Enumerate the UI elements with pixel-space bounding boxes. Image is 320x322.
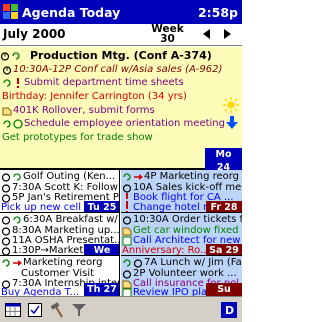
day-label-sa[interactable]: Sa 29 (206, 244, 242, 255)
note-icon (2, 106, 12, 116)
recurring-icon (12, 172, 22, 182)
recurring-icon (1, 258, 11, 268)
today-heading-row[interactable]: Production Mtg. (Conf A-374) (0, 49, 212, 62)
recurring-icon (122, 172, 132, 182)
today-event-6-text: Get prototypes for trade show (2, 132, 153, 143)
recurring-icon (2, 119, 12, 129)
today-event-4[interactable]: 401K Rollover, submit forms (2, 104, 155, 117)
arrow-icon (12, 258, 22, 268)
arrow-icon (133, 172, 143, 182)
today-event-2[interactable]: Submit department time sheets (2, 76, 184, 89)
date-bar: July 2000 Week 30 (0, 24, 242, 46)
today-event-3[interactable]: Birthday: Jennifer Carrington (34 yrs) (2, 90, 187, 103)
list-item[interactable]: Review IPO pla... (122, 286, 217, 296)
filter-icon[interactable] (70, 301, 88, 319)
day-label-we[interactable]: We 26 (84, 244, 119, 255)
day-label-tu[interactable]: Tu 25 (84, 201, 119, 212)
event-text: Buy Agenda T... (1, 287, 80, 296)
exclamation-icon (122, 202, 132, 212)
today-event-4-text: 401K Rollover, submit forms (13, 105, 155, 116)
day-cell-su[interactable]: 7A Lunch w/ Jim (Fair... 2P Volunteer wo… (121, 256, 242, 296)
app-title: Agenda Today (22, 4, 121, 20)
exclamation-icon (13, 77, 23, 88)
list-item[interactable]: Anniversary: Ro... (122, 244, 210, 256)
checkbox-icon (122, 288, 132, 296)
week-number: 30 (160, 33, 175, 45)
day-label-su[interactable]: Su 30 (206, 283, 242, 296)
today-event-3-text: Birthday: Jennifer Carrington (34 yrs) (2, 91, 187, 102)
todo-icon[interactable] (26, 301, 44, 319)
alarm-icon (1, 215, 11, 225)
calendar-view-icon[interactable] (4, 301, 22, 319)
today-event-1-text: 10:30A-12P Conf call w/Asia sales (A-962… (13, 64, 223, 75)
today-event-6[interactable]: Get prototypes for trade show (2, 131, 153, 144)
day-label-fr[interactable]: Fr 28 (206, 201, 242, 212)
today-event-5-text: Schedule employee orientation meeting (24, 118, 225, 129)
week-indicator[interactable]: Week 30 (151, 24, 184, 45)
event-text: Change hotel r... (133, 202, 216, 213)
alarm-icon (122, 215, 132, 225)
checkbox-icon (13, 118, 23, 129)
day-cell-th[interactable]: Marketing reorg Customer Visit 7:30A Int… (0, 256, 120, 296)
svg-text:D: D (225, 304, 234, 317)
alarm-icon (1, 172, 11, 182)
event-text: 1:30P→Market... (12, 245, 93, 256)
day-cell-tu[interactable]: Golf Outing (Ken... 7:30A Scott K: Follo… (0, 170, 120, 213)
today-panel[interactable]: Production Mtg. (Conf A-374) 10:30A-12P … (0, 47, 242, 174)
month-label[interactable]: July 2000 (3, 27, 66, 41)
event-text: Anniversary: Ro... (122, 245, 210, 256)
logo-icon[interactable]: D (220, 301, 238, 319)
list-item[interactable]: Buy Agenda T... (1, 286, 79, 296)
windows-start-icon[interactable] (3, 4, 19, 20)
alarm-icon (1, 246, 11, 255)
bottom-toolbar: D (0, 296, 242, 322)
event-text: Pick up new cell ... (1, 202, 94, 213)
alarm-icon (0, 51, 10, 61)
clock[interactable]: 2:58p (198, 5, 238, 20)
list-item[interactable]: Pick up new cell ... (1, 201, 94, 213)
recurring-icon (12, 215, 22, 225)
today-event-5[interactable]: Schedule employee orientation meeting (2, 117, 225, 130)
today-event-2-text: Submit department time sheets (24, 77, 184, 88)
today-event-1[interactable]: 10:30A-12P Conf call w/Asia sales (A-962… (2, 63, 222, 76)
sun-icon (223, 97, 239, 113)
recurring-icon (2, 78, 12, 88)
down-arrow-icon[interactable] (226, 116, 238, 130)
title-bar: Agenda Today 2:58p (0, 0, 242, 24)
recurring-icon (122, 258, 132, 268)
list-item[interactable]: Change hotel r... (122, 201, 216, 213)
event-text: Review IPO pla... (133, 287, 217, 296)
day-cell-fr[interactable]: 4P Marketing reorg 10A Sales kick-off me… (121, 170, 242, 213)
hammer-icon[interactable] (48, 301, 66, 319)
alarm-icon (133, 258, 143, 268)
day-cell-sa[interactable]: 10:30A Order tickets f... Get car window… (121, 213, 242, 256)
day-cell-we[interactable]: 6:30A Breakfast w/ ... 8:30A Marketing u… (0, 213, 120, 256)
alarm-icon (2, 65, 12, 75)
left-arrow-icon[interactable] (200, 27, 214, 41)
day-label-th[interactable]: Th 27 (84, 283, 119, 296)
today-heading: Production Mtg. (Conf A-374) (30, 49, 212, 62)
list-item[interactable]: 1:30P→Market... (1, 244, 93, 256)
recurring-icon (11, 51, 21, 61)
right-arrow-icon[interactable] (220, 27, 234, 41)
